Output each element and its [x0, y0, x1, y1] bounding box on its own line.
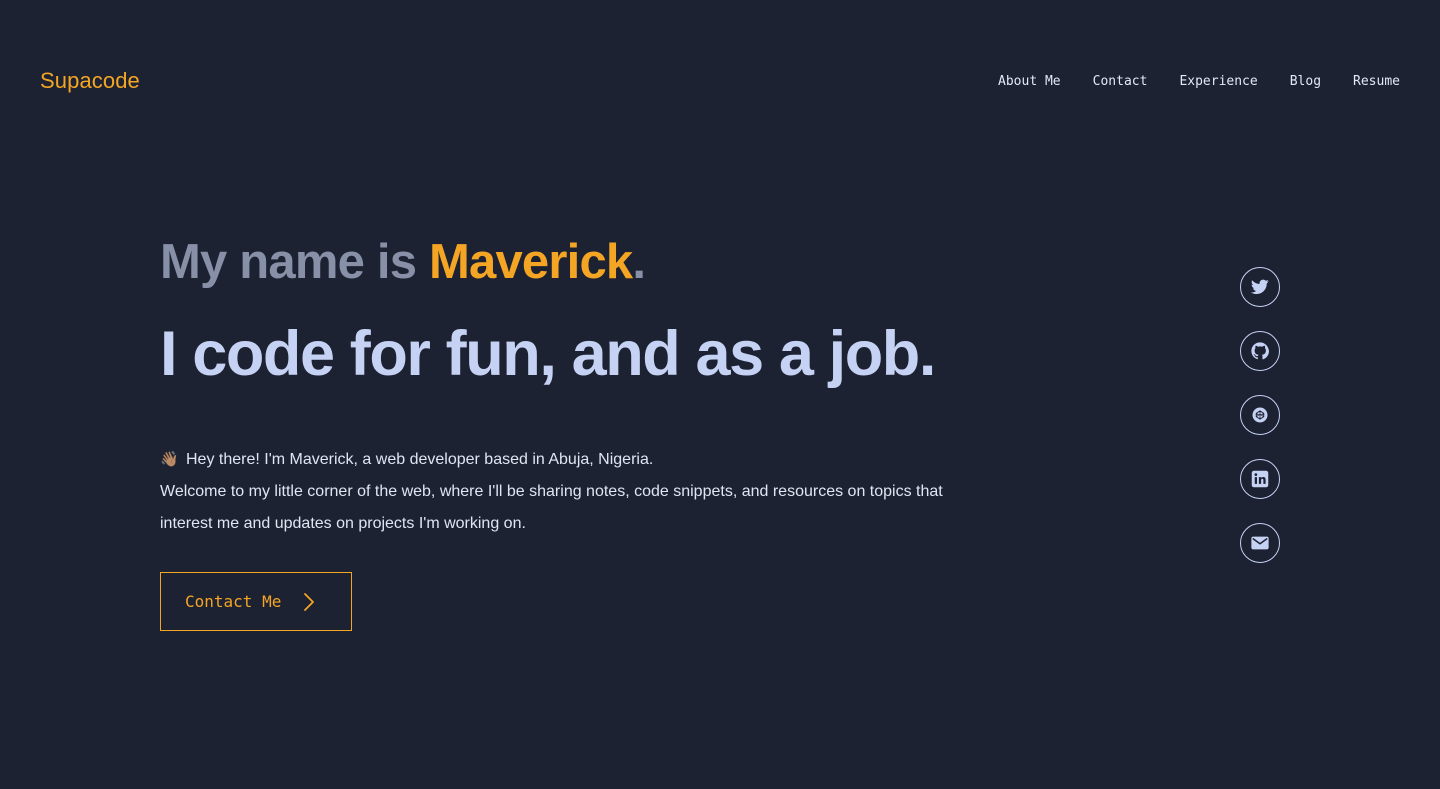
nav-resume[interactable]: Resume: [1353, 74, 1400, 89]
codepen-icon: [1252, 407, 1268, 423]
codepen-link[interactable]: [1240, 395, 1280, 435]
waving-hand-icon: 👋🏽: [160, 451, 179, 468]
nav-blog[interactable]: Blog: [1290, 74, 1321, 89]
github-icon: [1251, 342, 1269, 360]
site-header: Supacode About Me Contact Experience Blo…: [0, 0, 1440, 166]
intro-suffix: .: [632, 235, 646, 289]
social-links: [1240, 267, 1280, 563]
logo[interactable]: Supacode: [40, 68, 140, 94]
mail-icon: [1251, 536, 1269, 550]
intro-name: Maverick: [428, 235, 633, 289]
headline: I code for fun, and as a job.: [160, 319, 936, 389]
twitter-icon: [1251, 279, 1269, 295]
github-link[interactable]: [1240, 331, 1280, 371]
contact-me-label: Contact Me: [185, 592, 282, 611]
twitter-link[interactable]: [1240, 267, 1280, 307]
intro-prefix: My name is: [160, 235, 429, 289]
email-link[interactable]: [1240, 523, 1280, 563]
chevron-right-icon: [303, 592, 315, 612]
main-nav: About Me Contact Experience Blog Resume: [998, 74, 1400, 89]
linkedin-link[interactable]: [1240, 459, 1280, 499]
hero-description: 👋🏽 Hey there! I'm Maverick, a web develop…: [160, 444, 950, 540]
nav-experience[interactable]: Experience: [1179, 74, 1257, 89]
intro-heading: My name is Maverick.: [160, 226, 1040, 298]
hero-section: My name is Maverick. I code for fun, and…: [160, 226, 1040, 631]
nav-contact[interactable]: Contact: [1093, 74, 1148, 89]
greeting-text: Hey there! I'm Maverick, a web developer…: [186, 451, 654, 468]
contact-me-button[interactable]: Contact Me: [160, 572, 352, 631]
nav-about-me[interactable]: About Me: [998, 74, 1061, 89]
description-line-1: 👋🏽 Hey there! I'm Maverick, a web develop…: [160, 444, 950, 476]
description-line-2: Welcome to my little corner of the web, …: [160, 483, 943, 532]
linkedin-icon: [1251, 470, 1269, 488]
